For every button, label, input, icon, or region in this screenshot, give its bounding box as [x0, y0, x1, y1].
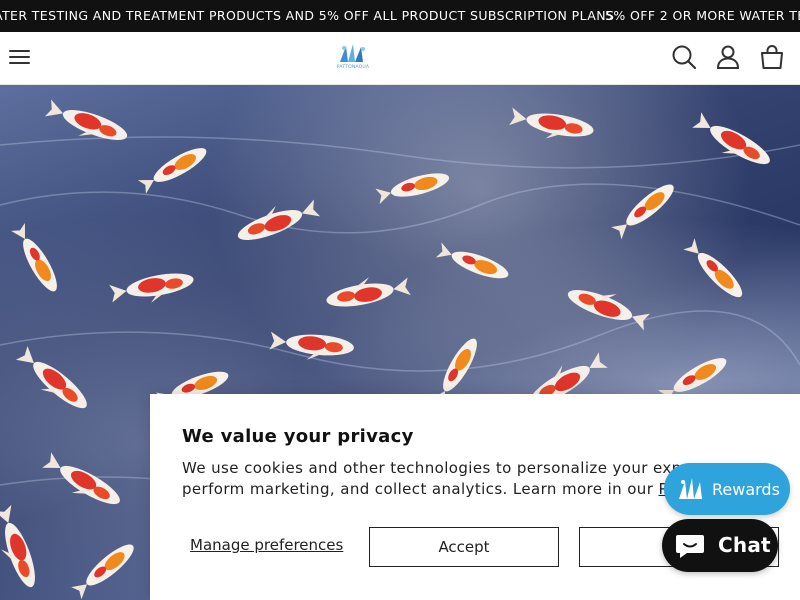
- accept-button[interactable]: Accept: [369, 527, 559, 567]
- chat-label: Chat: [718, 533, 771, 557]
- announcement-bar: ATER TESTING AND TREATMENT PRODUCTS AND …: [0, 0, 800, 32]
- manage-preferences-link[interactable]: Manage preferences: [190, 536, 343, 554]
- site-header: PATTONAQUA: [0, 32, 800, 85]
- announcement-text-next: 5% OFF 2 OR MORE WATER TESTI: [605, 8, 800, 23]
- rewards-button[interactable]: Rewards: [664, 463, 790, 515]
- rewards-logo-icon: [679, 478, 702, 499]
- site-logo[interactable]: PATTONAQUA: [336, 42, 370, 72]
- cookie-body-line-1: We use cookies and other technologies to…: [182, 459, 682, 477]
- menu-icon[interactable]: [9, 46, 31, 68]
- cookie-body-line-2: perform marketing, and collect analytics…: [182, 480, 659, 498]
- cookie-title: We value your privacy: [182, 426, 414, 447]
- cart-icon[interactable]: [759, 44, 785, 70]
- chat-button[interactable]: Chat: [662, 519, 778, 572]
- logo-text: PATTONAQUA: [336, 65, 370, 70]
- search-icon[interactable]: [671, 44, 697, 70]
- announcement-text: ATER TESTING AND TREATMENT PRODUCTS AND …: [0, 8, 615, 23]
- chat-bubble-icon: [676, 535, 704, 558]
- logo-mark-icon: [340, 44, 365, 62]
- account-icon[interactable]: [715, 44, 741, 70]
- rewards-label: Rewards: [712, 480, 780, 499]
